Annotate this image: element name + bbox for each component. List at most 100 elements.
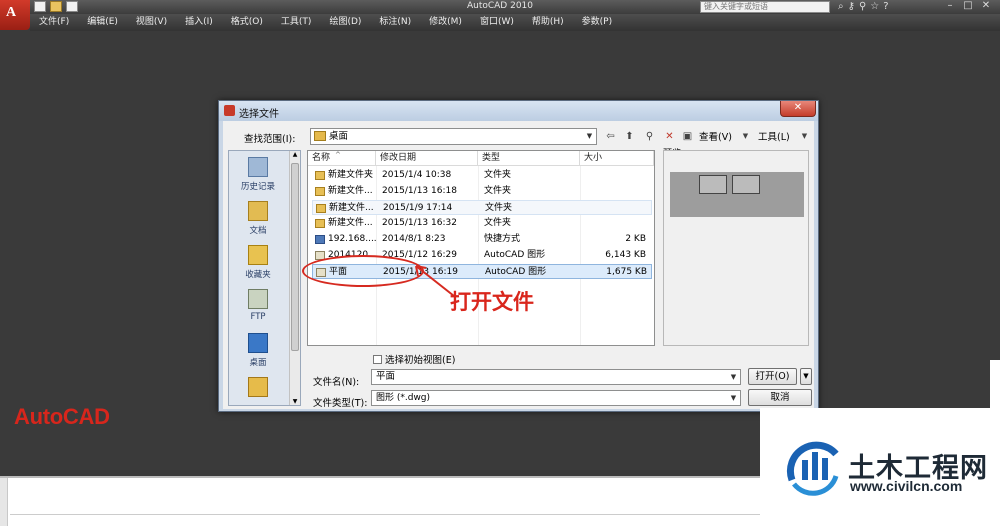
right-edge-panel xyxy=(990,360,1000,410)
folder-icon xyxy=(315,187,325,196)
folder-icon xyxy=(316,204,326,213)
favorites-icon xyxy=(248,245,268,265)
up-folder-icon[interactable]: ⬆ xyxy=(623,130,636,143)
infocenter-toolbar: ⌕ ⚷ ⚲ ☆ ? xyxy=(838,0,889,14)
scroll-thumb[interactable] xyxy=(291,163,299,351)
tools-menu[interactable]: 工具(L) xyxy=(758,129,790,143)
chevron-down-icon[interactable]: ▼ xyxy=(728,371,739,384)
drawing-thumbnail xyxy=(699,175,727,194)
column-name[interactable]: 名称 ^ xyxy=(308,151,376,166)
open-button[interactable]: 打开(O) xyxy=(748,368,797,385)
dialog-close-button[interactable]: ✕ xyxy=(780,101,816,117)
annotation-text: 打开文件 xyxy=(450,290,534,314)
help-icon[interactable]: ? xyxy=(883,0,888,14)
folder-icon xyxy=(248,377,268,397)
menu-file[interactable]: 文件(F) xyxy=(30,14,78,31)
menu-draw[interactable]: 绘图(D) xyxy=(320,14,370,31)
menu-insert[interactable]: 插入(I) xyxy=(176,14,222,31)
open-folder-icon[interactable] xyxy=(50,1,62,12)
menu-dimension[interactable]: 标注(N) xyxy=(370,14,420,31)
file-row[interactable]: 新建文件... 2015/1/13 16:32 文件夹 xyxy=(312,216,652,231)
menu-edit[interactable]: 编辑(E) xyxy=(78,14,127,31)
command-grip xyxy=(0,478,8,526)
close-icon[interactable]: ✕ xyxy=(978,0,994,13)
place-favorites[interactable]: 收藏夹 xyxy=(229,245,287,280)
delete-icon[interactable]: ✕ xyxy=(663,130,676,143)
file-type-dropdown[interactable]: 图形 (*.dwg) ▼ xyxy=(371,390,741,406)
key-icon[interactable]: ⚷ xyxy=(848,0,855,14)
look-in-value: 桌面 xyxy=(329,131,349,142)
folder-icon xyxy=(315,171,325,180)
watermark: 土木工程网 www.civilcn.com xyxy=(760,408,1000,526)
file-row[interactable]: 新建文件... 2015/1/13 16:18 文件夹 xyxy=(312,184,652,199)
ftp-icon xyxy=(248,289,268,309)
select-file-dialog: 选择文件 ✕ 查找范围(I): 桌面 ▼ ⇦ ⬆ ⚲ ✕ ▣ 查看(V) ▼ 工… xyxy=(218,100,819,412)
file-name-label: 文件名(N): xyxy=(313,377,360,388)
civilcn-logo-icon xyxy=(786,441,839,496)
file-name-input[interactable]: 平面 ▼ xyxy=(371,369,741,385)
file-type-label: 文件类型(T): xyxy=(313,398,368,409)
tools-dropdown-icon[interactable]: ▼ xyxy=(798,130,811,143)
save-icon[interactable] xyxy=(66,1,78,12)
place-more[interactable] xyxy=(229,377,287,400)
menu-tools[interactable]: 工具(T) xyxy=(272,14,321,31)
place-documents[interactable]: 文档 xyxy=(229,201,287,236)
documents-icon xyxy=(248,201,268,221)
autocad-icon xyxy=(224,105,235,116)
places-bar: 历史记录 文档 收藏夹 FTP 桌面 ▲ ▼ xyxy=(228,150,301,406)
checkbox-box[interactable] xyxy=(373,355,382,364)
cancel-button[interactable]: 取消 xyxy=(748,389,812,406)
minimize-icon[interactable]: – xyxy=(942,0,958,13)
autocad-brand-logo: AutoCAD xyxy=(14,404,110,429)
dialog-title: 选择文件 xyxy=(239,109,279,120)
look-in-dropdown[interactable]: 桌面 ▼ xyxy=(310,128,597,145)
file-row[interactable]: 新建文件夹 2015/1/4 10:38 文件夹 xyxy=(312,168,652,183)
file-row[interactable]: 新建文件... 2015/1/9 17:14 文件夹 xyxy=(312,200,652,215)
menu-bar: 文件(F) 编辑(E) 视图(V) 插入(I) 格式(O) 工具(T) 绘图(D… xyxy=(30,14,1000,31)
initial-view-checkbox[interactable]: 选择初始视图(E) xyxy=(373,352,455,366)
column-date[interactable]: 修改日期 xyxy=(376,151,478,166)
place-desktop[interactable]: 桌面 xyxy=(229,333,287,368)
maximize-icon[interactable]: □ xyxy=(960,0,976,13)
preview-panel xyxy=(663,150,809,346)
menu-modify[interactable]: 修改(M) xyxy=(420,14,471,31)
menu-parametric[interactable]: 参数(P) xyxy=(573,14,621,31)
new-file-icon[interactable] xyxy=(34,1,46,12)
help-search-input[interactable]: 键入关键字或短语 xyxy=(700,1,830,13)
views-dropdown-icon[interactable]: ▼ xyxy=(739,130,752,143)
title-bar: AutoCAD 2010 键入关键字或短语 ⌕ ⚷ ⚲ ☆ ? – □ ✕ xyxy=(0,0,1000,14)
places-scrollbar[interactable]: ▲ ▼ xyxy=(289,151,300,405)
place-history[interactable]: 历史记录 xyxy=(229,157,287,192)
place-ftp[interactable]: FTP xyxy=(229,289,287,322)
menu-help[interactable]: 帮助(H) xyxy=(523,14,573,31)
new-folder-icon[interactable]: ▣ xyxy=(681,130,694,143)
column-type[interactable]: 类型 xyxy=(478,151,580,166)
desktop-folder-icon xyxy=(314,131,326,141)
dialog-title-bar: 选择文件 ✕ xyxy=(219,101,818,121)
command-line-divider xyxy=(10,514,760,515)
scroll-down-icon[interactable]: ▼ xyxy=(290,398,300,405)
look-in-label: 查找范围(I): xyxy=(244,134,296,145)
shortcut-icon xyxy=(315,235,325,244)
chevron-down-icon[interactable]: ▼ xyxy=(584,130,595,143)
scroll-up-icon[interactable]: ▲ xyxy=(290,151,300,158)
search-icon[interactable]: ⚲ xyxy=(859,0,866,14)
menu-window[interactable]: 窗口(W) xyxy=(471,14,523,31)
menu-format[interactable]: 格式(O) xyxy=(222,14,272,31)
file-list[interactable]: 名称 ^ 修改日期 类型 大小 新建文件夹 2015/1/4 10:38 文件夹 … xyxy=(307,150,655,346)
back-icon[interactable]: ⇦ xyxy=(604,130,617,143)
desktop-icon xyxy=(248,333,268,353)
file-row[interactable]: 192.168.... 2014/8/1 8:23 快捷方式 2 KB xyxy=(312,232,652,247)
views-menu[interactable]: 查看(V) xyxy=(699,129,732,143)
menu-view[interactable]: 视图(V) xyxy=(127,14,176,31)
open-options-arrow[interactable]: ▼ xyxy=(800,368,812,385)
binoculars-icon[interactable]: ⌕ xyxy=(838,0,844,14)
star-icon[interactable]: ☆ xyxy=(870,0,879,14)
sort-ascending-icon: ^ xyxy=(335,151,341,159)
history-icon xyxy=(248,157,268,177)
app-logo[interactable]: A xyxy=(0,0,30,30)
highlight-oval xyxy=(302,255,424,287)
search-web-icon[interactable]: ⚲ xyxy=(643,130,656,143)
chevron-down-icon[interactable]: ▼ xyxy=(728,392,739,405)
column-size[interactable]: 大小 xyxy=(580,151,654,166)
